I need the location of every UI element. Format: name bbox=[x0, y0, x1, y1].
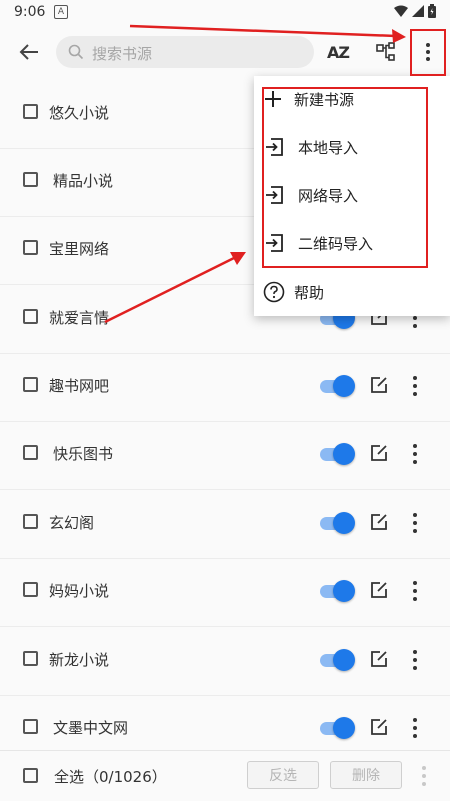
annotation-arrows bbox=[104, 24, 406, 324]
